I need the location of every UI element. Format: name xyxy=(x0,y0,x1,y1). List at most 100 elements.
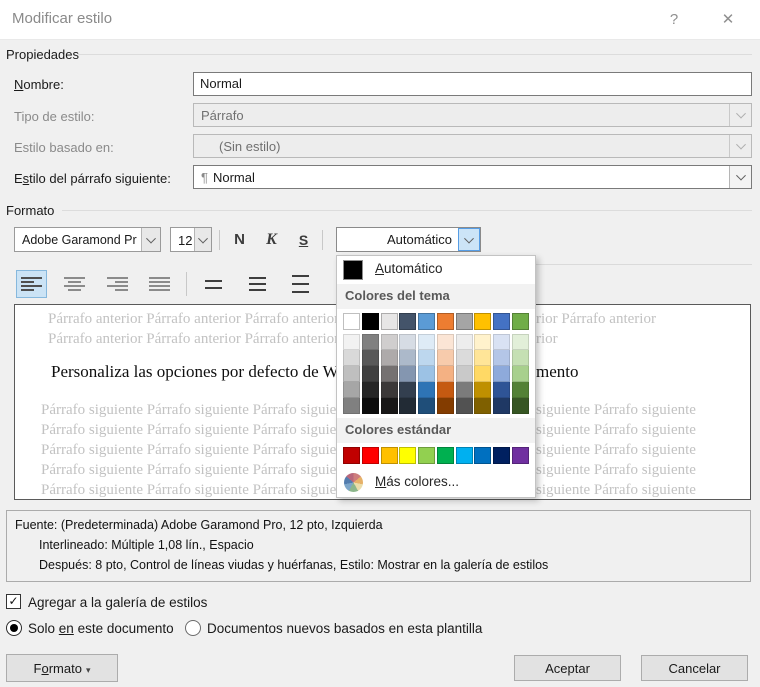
theme-variant-swatch-5-2[interactable] xyxy=(436,350,454,366)
style-type-select[interactable]: Párrafo xyxy=(193,103,752,127)
standard-color-swatch-2[interactable] xyxy=(380,447,398,464)
theme-variant-swatch-3-5[interactable] xyxy=(399,398,417,414)
ok-button[interactable]: Aceptar xyxy=(514,655,621,681)
theme-variant-swatch-1-4[interactable] xyxy=(361,382,379,398)
close-icon[interactable]: ✕ xyxy=(714,7,742,33)
align-right-button[interactable] xyxy=(102,270,133,298)
theme-color-swatch-7[interactable] xyxy=(474,313,492,330)
dialog-title: Modificar estilo xyxy=(12,10,113,27)
align-justify-button[interactable] xyxy=(144,270,175,298)
theme-variant-swatch-7-1[interactable] xyxy=(474,334,492,350)
theme-variant-swatch-2-5[interactable] xyxy=(380,398,398,414)
theme-variant-swatch-6-2[interactable] xyxy=(455,350,473,366)
theme-variant-swatch-4-5[interactable] xyxy=(418,398,436,414)
theme-variant-swatch-9-3[interactable] xyxy=(511,366,529,382)
theme-color-swatch-2[interactable] xyxy=(380,313,398,330)
theme-color-swatch-5[interactable] xyxy=(436,313,454,330)
theme-variant-swatch-0-5[interactable] xyxy=(343,398,360,414)
bold-button[interactable]: N xyxy=(226,228,253,252)
theme-color-variants xyxy=(337,332,535,418)
standard-color-swatch-4[interactable] xyxy=(418,447,436,464)
theme-variant-swatch-2-3[interactable] xyxy=(380,366,398,382)
theme-variant-swatch-0-1[interactable] xyxy=(343,334,360,350)
next-style-select[interactable]: ¶ Normal xyxy=(193,165,752,189)
theme-variant-swatch-4-3[interactable] xyxy=(418,366,436,382)
standard-color-swatch-6[interactable] xyxy=(455,447,473,464)
standard-color-swatch-0[interactable] xyxy=(343,447,360,464)
theme-variant-swatch-9-1[interactable] xyxy=(511,334,529,350)
theme-variant-swatch-2-2[interactable] xyxy=(380,350,398,366)
theme-variant-swatch-1-1[interactable] xyxy=(361,334,379,350)
font-name-select[interactable]: Adobe Garamond Pr xyxy=(14,227,161,252)
theme-variant-swatch-6-5[interactable] xyxy=(455,398,473,414)
theme-variant-swatch-8-4[interactable] xyxy=(493,382,511,398)
italic-button[interactable]: K xyxy=(258,228,285,252)
theme-variant-swatch-9-4[interactable] xyxy=(511,382,529,398)
theme-variant-swatch-6-4[interactable] xyxy=(455,382,473,398)
theme-variant-swatch-8-2[interactable] xyxy=(493,350,511,366)
theme-variant-swatch-9-5[interactable] xyxy=(511,398,529,414)
theme-variant-swatch-1-2[interactable] xyxy=(361,350,379,366)
standard-color-swatch-5[interactable] xyxy=(436,447,454,464)
theme-variant-swatch-5-5[interactable] xyxy=(436,398,454,414)
theme-variant-swatch-3-1[interactable] xyxy=(399,334,417,350)
theme-color-swatch-3[interactable] xyxy=(399,313,417,330)
standard-color-swatch-7[interactable] xyxy=(474,447,492,464)
theme-variant-swatch-7-5[interactable] xyxy=(474,398,492,414)
theme-variant-swatch-4-2[interactable] xyxy=(418,350,436,366)
font-size-select[interactable]: 12 xyxy=(170,227,212,252)
theme-variant-swatch-3-2[interactable] xyxy=(399,350,417,366)
theme-variant-swatch-8-3[interactable] xyxy=(493,366,511,382)
theme-variant-swatch-1-5[interactable] xyxy=(361,398,379,414)
theme-color-swatch-1[interactable] xyxy=(361,313,379,330)
standard-color-swatch-1[interactable] xyxy=(361,447,379,464)
standard-color-swatch-3[interactable] xyxy=(399,447,417,464)
only-this-document-radio[interactable] xyxy=(6,620,22,636)
theme-color-swatch-8[interactable] xyxy=(493,313,511,330)
theme-color-swatch-9[interactable] xyxy=(511,313,529,330)
name-input[interactable]: Normal xyxy=(193,72,752,96)
align-center-button[interactable] xyxy=(59,270,90,298)
format-menu-button[interactable]: Formato ▾ xyxy=(6,654,118,682)
theme-color-swatch-0[interactable] xyxy=(343,313,360,330)
theme-variant-swatch-9-2[interactable] xyxy=(511,350,529,366)
theme-variant-swatch-7-2[interactable] xyxy=(474,350,492,366)
theme-variant-swatch-5-4[interactable] xyxy=(436,382,454,398)
preview-previous-paragraph-text: rior xyxy=(536,331,558,347)
theme-variant-swatch-1-3[interactable] xyxy=(361,366,379,382)
theme-variant-swatch-3-4[interactable] xyxy=(399,382,417,398)
theme-color-swatch-4[interactable] xyxy=(418,313,436,330)
line-spacing-single-button[interactable] xyxy=(196,270,230,298)
based-on-select[interactable]: (Sin estilo) xyxy=(193,134,752,158)
theme-variant-swatch-4-1[interactable] xyxy=(418,334,436,350)
standard-color-swatch-9[interactable] xyxy=(511,447,529,464)
cancel-button[interactable]: Cancelar xyxy=(641,655,748,681)
theme-variant-swatch-2-4[interactable] xyxy=(380,382,398,398)
align-left-button[interactable] xyxy=(16,270,47,298)
theme-variant-swatch-6-1[interactable] xyxy=(455,334,473,350)
font-color-select[interactable]: Automático xyxy=(336,227,481,252)
theme-color-swatch-6[interactable] xyxy=(455,313,473,330)
help-icon[interactable]: ? xyxy=(660,7,688,33)
theme-variant-swatch-0-4[interactable] xyxy=(343,382,360,398)
line-spacing-1-5-button[interactable] xyxy=(240,270,274,298)
theme-variant-swatch-6-3[interactable] xyxy=(455,366,473,382)
theme-variant-swatch-8-1[interactable] xyxy=(493,334,511,350)
theme-variant-swatch-5-1[interactable] xyxy=(436,334,454,350)
theme-variant-swatch-8-5[interactable] xyxy=(493,398,511,414)
theme-variant-swatch-3-3[interactable] xyxy=(399,366,417,382)
line-spacing-double-button[interactable] xyxy=(283,270,317,298)
theme-variant-swatch-4-4[interactable] xyxy=(418,382,436,398)
add-to-gallery-checkbox[interactable]: ✓ xyxy=(6,594,21,609)
theme-variant-swatch-7-3[interactable] xyxy=(474,366,492,382)
theme-variant-swatch-0-2[interactable] xyxy=(343,350,360,366)
automatic-color-item[interactable]: Automático xyxy=(337,256,535,284)
underline-button[interactable]: S xyxy=(290,228,317,252)
theme-variant-swatch-7-4[interactable] xyxy=(474,382,492,398)
more-colors-item[interactable]: Más colores... xyxy=(337,469,535,497)
new-documents-radio[interactable] xyxy=(185,620,201,636)
theme-variant-swatch-0-3[interactable] xyxy=(343,366,360,382)
standard-color-swatch-8[interactable] xyxy=(493,447,511,464)
theme-variant-swatch-2-1[interactable] xyxy=(380,334,398,350)
theme-variant-swatch-5-3[interactable] xyxy=(436,366,454,382)
